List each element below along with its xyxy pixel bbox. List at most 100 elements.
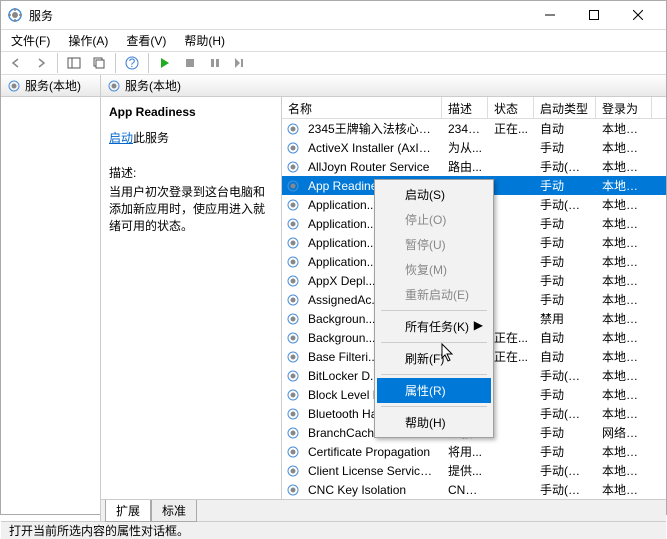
ctx-resume: 恢复(M) — [377, 257, 491, 282]
cell-logon: 本地服务 — [596, 158, 652, 175]
nav-pane: 服务(本地) — [1, 75, 101, 521]
ctx-stop: 停止(O) — [377, 207, 491, 232]
cell-startup: 手动(触发... — [534, 158, 596, 175]
title-bar: 服务 — [1, 1, 666, 30]
pause-service-button[interactable] — [204, 52, 226, 74]
gear-icon — [286, 236, 300, 250]
col-logon[interactable]: 登录为 — [596, 97, 652, 118]
tab-extended[interactable]: 扩展 — [105, 500, 151, 522]
gear-icon — [286, 293, 300, 307]
cell-startup: 手动(触发... — [534, 405, 596, 422]
col-startup[interactable]: 启动类型 — [534, 97, 596, 118]
service-row[interactable]: Client License Service (Cli...提供...手动(触发… — [282, 461, 666, 480]
menu-help[interactable]: 帮助(H) — [180, 30, 229, 51]
cell-startup: 手动 — [534, 424, 596, 441]
service-row[interactable]: Certificate Propagation将用...手动本地系统 — [282, 442, 666, 461]
ctx-separator — [381, 310, 487, 311]
description-term: 描述: — [109, 164, 273, 181]
description-body: 当用户初次登录到这台电脑和添加新应用时，使应用进入就绪可用的状态。 — [109, 183, 273, 234]
cell-startup: 手动(触发... — [534, 367, 596, 384]
cell-startup: 手动(触发... — [534, 196, 596, 213]
back-button[interactable] — [5, 52, 27, 74]
gear-icon — [286, 369, 300, 383]
ctx-help[interactable]: 帮助(H) — [377, 410, 491, 435]
minimize-button[interactable] — [528, 1, 572, 29]
cell-startup: 自动 — [534, 329, 596, 346]
gear-icon — [286, 388, 300, 402]
stop-service-button[interactable] — [179, 52, 201, 74]
gear-icon — [286, 407, 300, 421]
col-desc[interactable]: 描述 — [442, 97, 488, 118]
gear-icon — [7, 79, 21, 93]
cell-desc: 为从... — [442, 139, 488, 156]
cell-startup: 手动 — [534, 215, 596, 232]
maximize-button[interactable] — [572, 1, 616, 29]
cell-name: AllJoyn Router Service — [302, 160, 442, 174]
column-headers: 名称 描述 状态 启动类型 登录为 — [282, 97, 666, 119]
start-service-suffix: 此服务 — [133, 131, 169, 145]
help-button[interactable]: ? — [121, 52, 143, 74]
cell-logon: 本地服务 — [596, 196, 652, 213]
cell-logon: 本地系统 — [596, 386, 652, 403]
service-row[interactable]: AllJoyn Router Service路由...手动(触发...本地服务 — [282, 157, 666, 176]
menu-action[interactable]: 操作(A) — [64, 30, 112, 51]
ctx-separator — [381, 342, 487, 343]
tab-bar: 扩展 标准 — [101, 499, 666, 521]
main-header-label: 服务(本地) — [125, 77, 181, 94]
menu-view[interactable]: 查看(V) — [122, 30, 170, 51]
selected-service-name: App Readiness — [109, 105, 273, 119]
start-service-link[interactable]: 启动 — [109, 131, 133, 145]
cell-desc: 将用... — [442, 443, 488, 460]
main-pane: 服务(本地) App Readiness 启动此服务 描述: 当用户初次登录到这… — [101, 75, 666, 521]
restart-service-button[interactable] — [229, 52, 251, 74]
col-name[interactable]: 名称 — [282, 97, 442, 118]
start-service-button[interactable] — [154, 52, 176, 74]
close-button[interactable] — [616, 1, 660, 29]
cell-logon: 本地系统 — [596, 177, 652, 194]
cell-startup: 手动 — [534, 253, 596, 270]
gear-icon — [286, 331, 300, 345]
service-row[interactable]: CNC Key IsolationCNC...手动(触发...本地系统 — [282, 480, 666, 499]
start-service-line: 启动此服务 — [109, 129, 273, 146]
gear-icon — [107, 79, 121, 93]
gear-icon — [286, 122, 300, 136]
cell-status: 正在... — [488, 120, 534, 137]
service-row[interactable]: 2345王牌输入法核心服务2345...正在...自动本地系统 — [282, 119, 666, 138]
nav-tree[interactable] — [1, 97, 100, 105]
chevron-right-icon: ▶ — [474, 318, 483, 332]
cell-logon: 本地系统 — [596, 120, 652, 137]
ctx-all-tasks[interactable]: 所有任务(K) ▶ — [377, 314, 491, 339]
ctx-refresh[interactable]: 刷新(F) — [377, 346, 491, 371]
toolbar-separator — [148, 53, 149, 73]
export-list-button[interactable] — [88, 52, 110, 74]
forward-button[interactable] — [30, 52, 52, 74]
ctx-start[interactable]: 启动(S) — [377, 182, 491, 207]
col-status[interactable]: 状态 — [488, 97, 534, 118]
cell-startup: 手动 — [534, 386, 596, 403]
gear-icon — [286, 217, 300, 231]
cell-desc: 2345... — [442, 122, 488, 136]
cell-logon: 本地系统 — [596, 291, 652, 308]
show-hide-tree-button[interactable] — [63, 52, 85, 74]
gear-icon — [286, 179, 300, 193]
menu-file[interactable]: 文件(F) — [7, 30, 54, 51]
tab-standard[interactable]: 标准 — [151, 500, 197, 522]
detail-pane: App Readiness 启动此服务 描述: 当用户初次登录到这台电脑和添加新… — [101, 97, 281, 499]
ctx-properties[interactable]: 属性(R) — [377, 378, 491, 403]
cell-logon: 本地系统 — [596, 462, 652, 479]
gear-icon — [286, 198, 300, 212]
gear-icon — [286, 141, 300, 155]
ctx-separator — [381, 406, 487, 407]
cell-startup: 手动(触发... — [534, 462, 596, 479]
gear-icon — [286, 350, 300, 364]
cell-startup: 手动 — [534, 177, 596, 194]
cell-name: ActiveX Installer (AxInstSV) — [302, 141, 442, 155]
service-row[interactable]: ActiveX Installer (AxInstSV)为从...手动本地系统 — [282, 138, 666, 157]
cell-status: 正在... — [488, 329, 534, 346]
gear-icon — [286, 464, 300, 478]
status-text: 打开当前所选内容的属性对话框。 — [9, 522, 189, 539]
gear-icon — [286, 445, 300, 459]
cell-startup: 自动 — [534, 348, 596, 365]
ctx-restart: 重新启动(E) — [377, 282, 491, 307]
cell-logon: 本地系统 — [596, 329, 652, 346]
